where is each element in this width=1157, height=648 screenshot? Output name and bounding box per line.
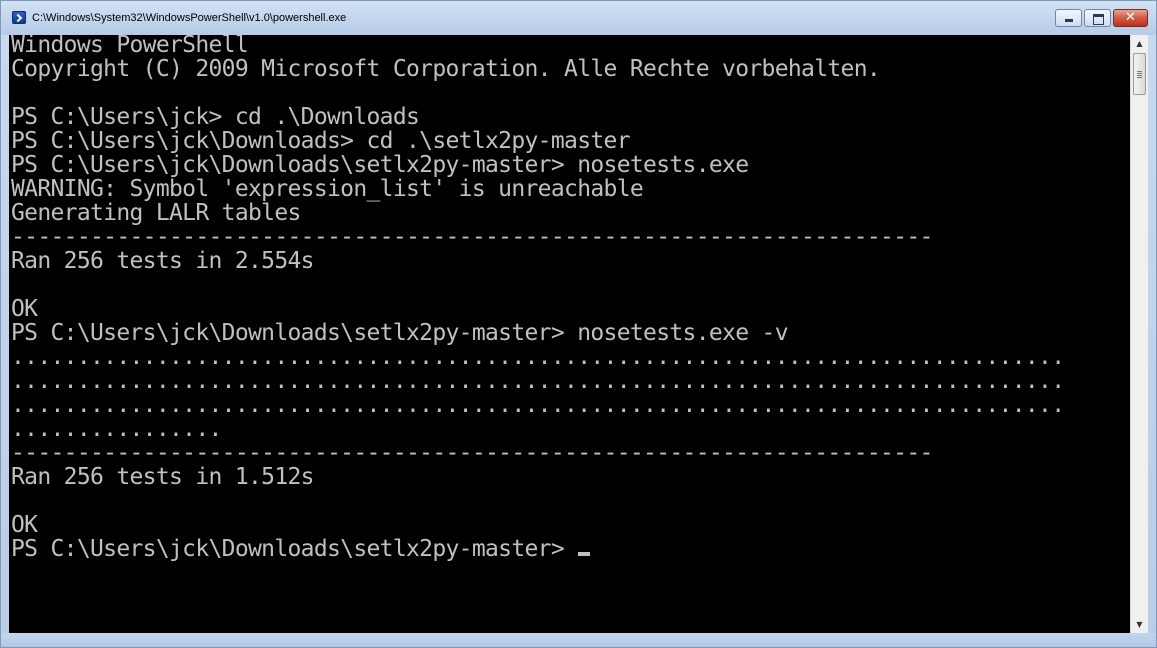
console-line: ----------------------------------------…: [11, 440, 933, 466]
powershell-icon[interactable]: [12, 11, 26, 24]
console-line: Ran 256 tests in 1.512s: [11, 464, 315, 490]
powershell-window: C:\Windows\System32\WindowsPowerShell\v1…: [0, 0, 1157, 648]
minimize-button[interactable]: [1055, 9, 1082, 27]
maximize-button[interactable]: [1084, 9, 1111, 27]
console-line: Generating LALR tables: [11, 200, 301, 226]
scroll-up-arrow-icon[interactable]: ▲: [1131, 35, 1148, 52]
console-line: Ran 256 tests in 2.554s: [11, 248, 315, 274]
grip-line: [1137, 71, 1142, 72]
console-line: PS C:\Users\jck\Downloads\setlx2py-maste…: [11, 152, 749, 178]
grip-line: [1137, 77, 1142, 78]
console-line: PS C:\Users\jck> cd .\Downloads: [11, 104, 420, 130]
console-line: PS C:\Users\jck\Downloads\setlx2py-maste…: [11, 320, 789, 346]
maximize-icon: [1093, 14, 1104, 25]
console-line: Windows PowerShell: [11, 35, 249, 58]
scrollbar-thumb[interactable]: [1133, 53, 1146, 95]
console-line: Copyright (C) 2009 Microsoft Corporation…: [11, 56, 881, 82]
close-button[interactable]: ✕: [1113, 9, 1148, 27]
text-cursor: [578, 552, 591, 556]
vertical-scrollbar[interactable]: ▲ ▼: [1130, 35, 1148, 633]
console-line: ........................................…: [11, 392, 1065, 418]
grip-line: [1137, 73, 1142, 74]
caption-buttons: ✕: [1055, 9, 1148, 28]
console-line: ----------------------------------------…: [11, 224, 933, 250]
minimize-icon: [1065, 19, 1073, 22]
console-line: OK: [11, 296, 38, 322]
console-output[interactable]: Windows PowerShell Copyright (C) 2009 Mi…: [9, 35, 1130, 633]
grip-line: [1137, 75, 1142, 76]
window-title: C:\Windows\System32\WindowsPowerShell\v1…: [32, 12, 347, 24]
console-line: OK: [11, 512, 38, 538]
prompt-line[interactable]: PS C:\Users\jck\Downloads\setlx2py-maste…: [11, 536, 591, 562]
prompt-text: PS C:\Users\jck\Downloads\setlx2py-maste…: [11, 536, 578, 562]
title-bar[interactable]: C:\Windows\System32\WindowsPowerShell\v1…: [1, 1, 1156, 35]
console-line: PS C:\Users\jck\Downloads> cd .\setlx2py…: [11, 128, 631, 154]
close-icon: ✕: [1125, 10, 1136, 25]
console-line: ........................................…: [11, 344, 1065, 370]
window-bottom-frame: [1, 633, 1156, 647]
scroll-down-arrow-icon[interactable]: ▼: [1131, 616, 1148, 633]
console-line: ................: [11, 416, 222, 442]
console-line: ........................................…: [11, 368, 1065, 394]
console-line: WARNING: Symbol 'expression_list' is unr…: [11, 176, 644, 202]
